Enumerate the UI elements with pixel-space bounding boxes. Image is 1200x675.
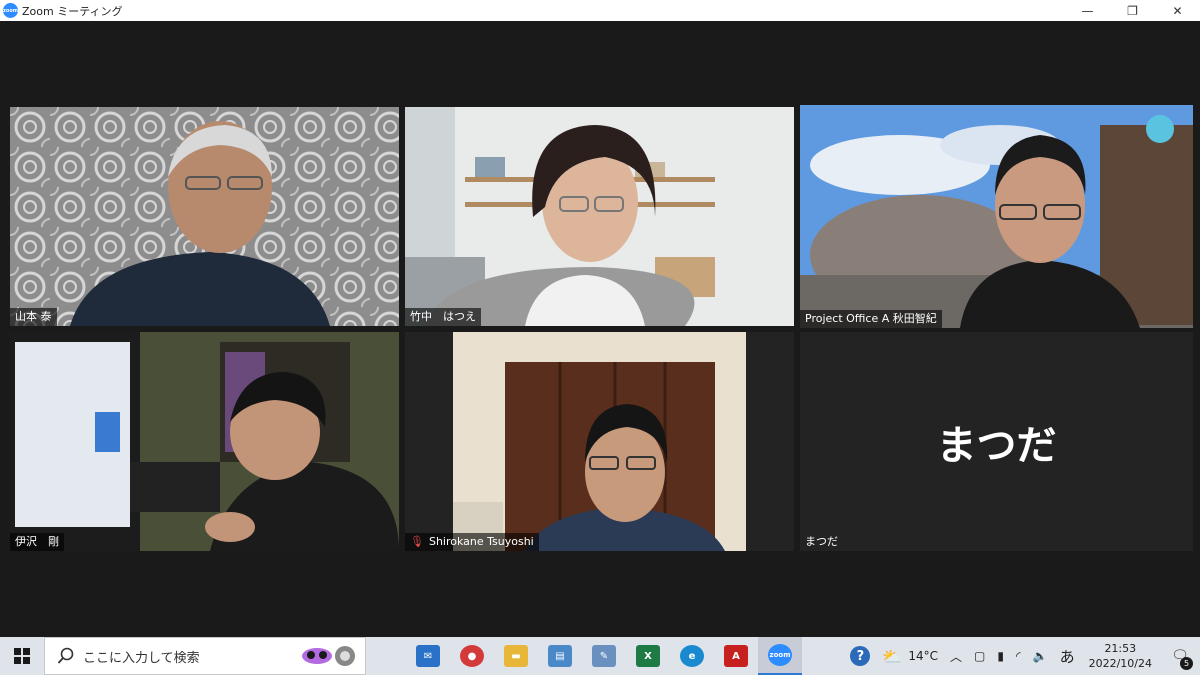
- restore-button[interactable]: ❐: [1110, 0, 1155, 21]
- weather-cloud-icon: ⛅: [882, 646, 903, 666]
- participant-name-label: 山本 泰: [10, 308, 57, 326]
- participant-name-label: 伊沢 剛: [10, 533, 64, 551]
- zoom-icon: zoom: [768, 644, 792, 666]
- meet-now-icon[interactable]: ▢: [968, 637, 991, 675]
- folder-icon: ▬: [504, 645, 528, 667]
- paint-icon: ✎: [592, 645, 616, 667]
- start-button[interactable]: [0, 637, 44, 675]
- edge-icon: e: [680, 645, 704, 667]
- video-gallery: 山本 泰 竹中 はつえ Project Office A 秋田智紀 伊沢 剛 🎙…: [0, 21, 1200, 637]
- show-hidden-icons-chevron-icon[interactable]: ︿: [944, 637, 968, 675]
- notification-center-icon[interactable]: 🗨 5: [1160, 637, 1200, 675]
- weather-widget[interactable]: ⛅ 14°C: [876, 637, 944, 675]
- minimize-button[interactable]: —: [1065, 0, 1110, 21]
- clock[interactable]: 21:53 2022/10/24: [1081, 641, 1160, 671]
- taskbar-app-zoom[interactable]: zoom: [758, 637, 802, 675]
- video-tile-6[interactable]: まつだ まつだ: [800, 332, 1193, 551]
- participant-video-2: [405, 107, 794, 326]
- title-bar: zoom Zoom ミーティング — ❐ ✕: [0, 0, 1200, 21]
- clock-time: 21:53: [1104, 642, 1137, 655]
- zoom-logo-icon: zoom: [3, 3, 18, 18]
- taskbar-app-excel[interactable]: X: [626, 637, 670, 675]
- participant-video-1: [10, 107, 399, 326]
- search-highlight-icon: [302, 646, 355, 666]
- participant-name-label: 竹中 はつえ: [405, 308, 481, 326]
- taskbar-app-explorer[interactable]: ▬: [494, 637, 538, 675]
- taskbar-app-mail[interactable]: ✉: [406, 637, 450, 675]
- ime-indicator[interactable]: あ: [1054, 637, 1081, 675]
- notes-icon: ▤: [548, 645, 572, 667]
- photos-icon: ●: [460, 645, 484, 667]
- notification-count-badge: 5: [1180, 657, 1193, 670]
- microphone-icon[interactable]: ▮: [991, 637, 1010, 675]
- video-tile-1[interactable]: 山本 泰: [10, 107, 399, 326]
- participant-video-4: [10, 332, 399, 551]
- taskbar-search-box[interactable]: ここに入力して検索: [44, 637, 366, 675]
- video-tile-3[interactable]: Project Office A 秋田智紀: [800, 105, 1193, 328]
- weather-temp: 14°C: [908, 649, 938, 663]
- excel-icon: X: [636, 645, 660, 667]
- participant-name-label: Project Office A 秋田智紀: [800, 310, 942, 328]
- help-icon[interactable]: ?: [844, 637, 876, 675]
- window-controls: — ❐ ✕: [1065, 0, 1200, 21]
- clock-date: 2022/10/24: [1088, 657, 1152, 670]
- windows-logo-icon: [14, 648, 30, 664]
- close-button[interactable]: ✕: [1155, 0, 1200, 21]
- participant-video-5: [405, 332, 794, 551]
- system-tray: ? ⛅ 14°C ︿ ▢ ▮ ◜ 🔈 あ 21:53 2022/10/24 🗨 …: [844, 637, 1200, 675]
- participant-name-label: 🎙 Shirokane Tsuyoshi: [405, 533, 539, 551]
- taskbar-app-paint[interactable]: ✎: [582, 637, 626, 675]
- search-placeholder: ここに入力して検索: [83, 650, 200, 666]
- wifi-icon[interactable]: ◜: [1010, 637, 1027, 675]
- windows-taskbar: ここに入力して検索 ✉ ● ▬ ▤ ✎ X e A zoom ? ⛅ 14°C …: [0, 637, 1200, 675]
- participant-display-name: まつだ: [936, 422, 1057, 469]
- search-icon: [57, 647, 74, 664]
- video-tile-4[interactable]: 伊沢 剛: [10, 332, 399, 551]
- acrobat-icon: A: [724, 645, 748, 667]
- taskbar-app-photos[interactable]: ●: [450, 637, 494, 675]
- video-tile-2[interactable]: 竹中 はつえ: [405, 107, 794, 326]
- taskbar-app-acrobat[interactable]: A: [714, 637, 758, 675]
- participant-video-3: [800, 105, 1193, 328]
- participant-name-label: まつだ: [805, 535, 838, 548]
- volume-icon[interactable]: 🔈: [1027, 637, 1054, 675]
- taskbar-app-notes[interactable]: ▤: [538, 637, 582, 675]
- taskbar-app-edge[interactable]: e: [670, 637, 714, 675]
- window-title: Zoom ミーティング: [22, 4, 123, 18]
- muted-mic-icon: 🎙: [410, 535, 424, 548]
- mail-icon: ✉: [416, 645, 440, 667]
- video-tile-5[interactable]: 🎙 Shirokane Tsuyoshi: [405, 332, 794, 551]
